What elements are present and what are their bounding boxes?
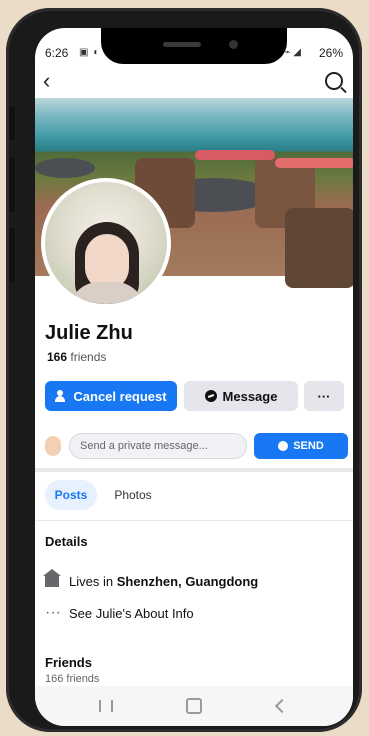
phone-frame: 6:26 ▣ ◐ ⌁ ◢ 26% ‹ Julie Zhu 166 friends… [6, 8, 362, 732]
cover-chair [285, 208, 353, 288]
friends-label: friends [70, 350, 107, 364]
section-divider [35, 468, 353, 472]
details-about-link[interactable]: ··· See Julie's About Info [45, 603, 345, 623]
messenger-icon [204, 390, 217, 402]
friends-count[interactable]: 166 friends [47, 350, 106, 364]
private-message-input[interactable]: Send a private message... [69, 433, 247, 459]
cover-flowers [195, 150, 275, 160]
camera-icon [229, 40, 238, 49]
home-icon [43, 569, 61, 587]
tab-posts[interactable]: Posts [45, 480, 97, 510]
avatar-photo [45, 182, 167, 304]
screen: 6:26 ▣ ◐ ⌁ ◢ 26% ‹ Julie Zhu 166 friends… [35, 28, 353, 726]
side-button [9, 228, 15, 282]
user-emoji-icon [45, 436, 61, 456]
more-horizontal-icon: ··· [45, 604, 61, 621]
lives-in-text: Lives in Shenzhen, Guangdong [69, 574, 258, 589]
status-icons: ▣ ◐ [79, 47, 101, 58]
signal-icons: ⌁ ◢ [284, 47, 302, 58]
notch [101, 28, 287, 64]
cover-flowers [275, 158, 353, 168]
profile-name: Julie Zhu [45, 322, 133, 344]
private-message-row: Send a private message... SEND [45, 433, 348, 459]
cover-table-small [35, 158, 95, 178]
tabs-divider [35, 520, 353, 521]
message-label: Message [222, 388, 278, 404]
cancel-request-label: Cancel request [73, 388, 167, 404]
cancel-request-button[interactable]: Cancel request [45, 381, 177, 411]
details-title: Details [45, 534, 88, 549]
profile-actions: Cancel request Message ··· [45, 381, 345, 411]
side-button [9, 158, 15, 212]
profile-avatar[interactable] [41, 178, 171, 308]
side-button [9, 106, 15, 140]
lives-prefix: Lives in [69, 573, 117, 589]
friends-section-count: 166 friends [45, 673, 100, 685]
android-navbar [35, 686, 353, 726]
status-time: 6:26 [45, 46, 69, 60]
friends-number: 166 [47, 350, 68, 364]
home-nav-icon[interactable] [179, 696, 209, 716]
more-options-button[interactable]: ··· [304, 381, 344, 411]
friends-section-title: Friends [45, 655, 92, 670]
search-icon[interactable] [325, 72, 343, 90]
message-button[interactable]: Message [184, 381, 298, 411]
profile-tabs: Posts Photos [45, 480, 345, 510]
more-icon: ··· [317, 388, 331, 404]
send-label: SEND [293, 440, 324, 452]
about-link-text: See Julie's About Info [69, 605, 194, 621]
recents-icon[interactable] [91, 696, 121, 716]
messenger-icon [278, 441, 289, 451]
lives-place: Shenzhen, Guangdong [116, 573, 259, 589]
speaker [163, 42, 201, 47]
user-cancel-icon [55, 390, 67, 402]
back-nav-icon[interactable] [267, 696, 297, 716]
details-lives-in: Lives in Shenzhen, Guangdong [43, 569, 345, 591]
send-button[interactable]: SEND [254, 433, 348, 459]
tab-photos[interactable]: Photos [107, 480, 159, 510]
back-arrow-icon[interactable]: ‹ [43, 68, 50, 94]
top-bar: ‹ [35, 68, 353, 98]
battery-text: 26% [318, 46, 343, 60]
